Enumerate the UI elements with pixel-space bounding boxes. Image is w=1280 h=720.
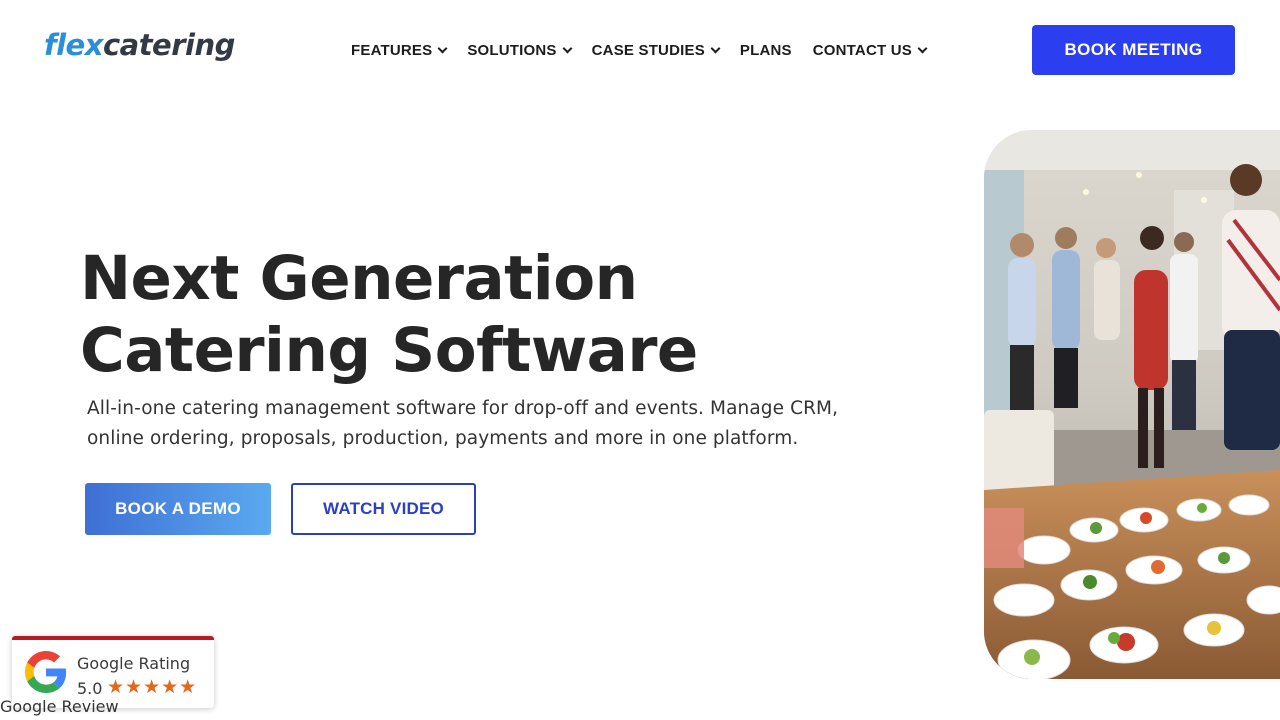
star-rating-icons: ★★★★★ (107, 677, 198, 698)
nav-item-contact-us[interactable]: CONTACT US (812, 41, 928, 59)
google-rating-score: 5.0 (77, 679, 103, 698)
hero-event-photo (984, 130, 1280, 679)
hero-subtitle-line: All-in-one catering management software … (87, 398, 839, 419)
hero-title-line: Catering Software (80, 315, 698, 386)
watch-video-button[interactable]: WATCH VIDEO (291, 483, 476, 535)
event-photo-illustration (984, 130, 1280, 679)
hero-title: Next Generation Catering Software (80, 243, 840, 387)
main-nav: FEATURES SOLUTIONS CASE STUDIES PLANS CO… (351, 38, 928, 62)
logo-part-catering: catering (102, 28, 235, 62)
google-g-icon (25, 651, 67, 693)
book-meeting-button[interactable]: BOOK MEETING (1032, 25, 1235, 75)
book-demo-button[interactable]: BOOK A DEMO (85, 483, 271, 535)
chevron-down-icon (917, 43, 928, 53)
nav-item-solutions[interactable]: SOLUTIONS (467, 41, 573, 59)
google-review-label: Google Review (0, 697, 119, 716)
google-rating-title: Google Rating (77, 654, 191, 673)
logo-part-flex: flex (44, 28, 103, 62)
nav-item-label: CONTACT US (812, 41, 912, 59)
hero-subtitle-line: online ordering, proposals, production, … (87, 428, 799, 449)
nav-item-features[interactable]: FEATURES (351, 41, 448, 59)
chevron-down-icon (562, 43, 573, 53)
nav-item-label: CASE STUDIES (591, 41, 705, 59)
nav-item-case-studies[interactable]: CASE STUDIES (591, 41, 721, 59)
chevron-down-icon (710, 43, 721, 53)
hero-title-line: Next Generation (80, 243, 638, 314)
nav-item-label: FEATURES (351, 41, 433, 59)
hero-subtitle: All-in-one catering management software … (87, 394, 887, 454)
logo[interactable]: flex catering (44, 28, 235, 68)
nav-item-label: PLANS (739, 41, 792, 59)
nav-item-plans[interactable]: PLANS (740, 42, 792, 59)
nav-item-label: SOLUTIONS (467, 41, 557, 59)
chevron-down-icon (437, 43, 448, 53)
